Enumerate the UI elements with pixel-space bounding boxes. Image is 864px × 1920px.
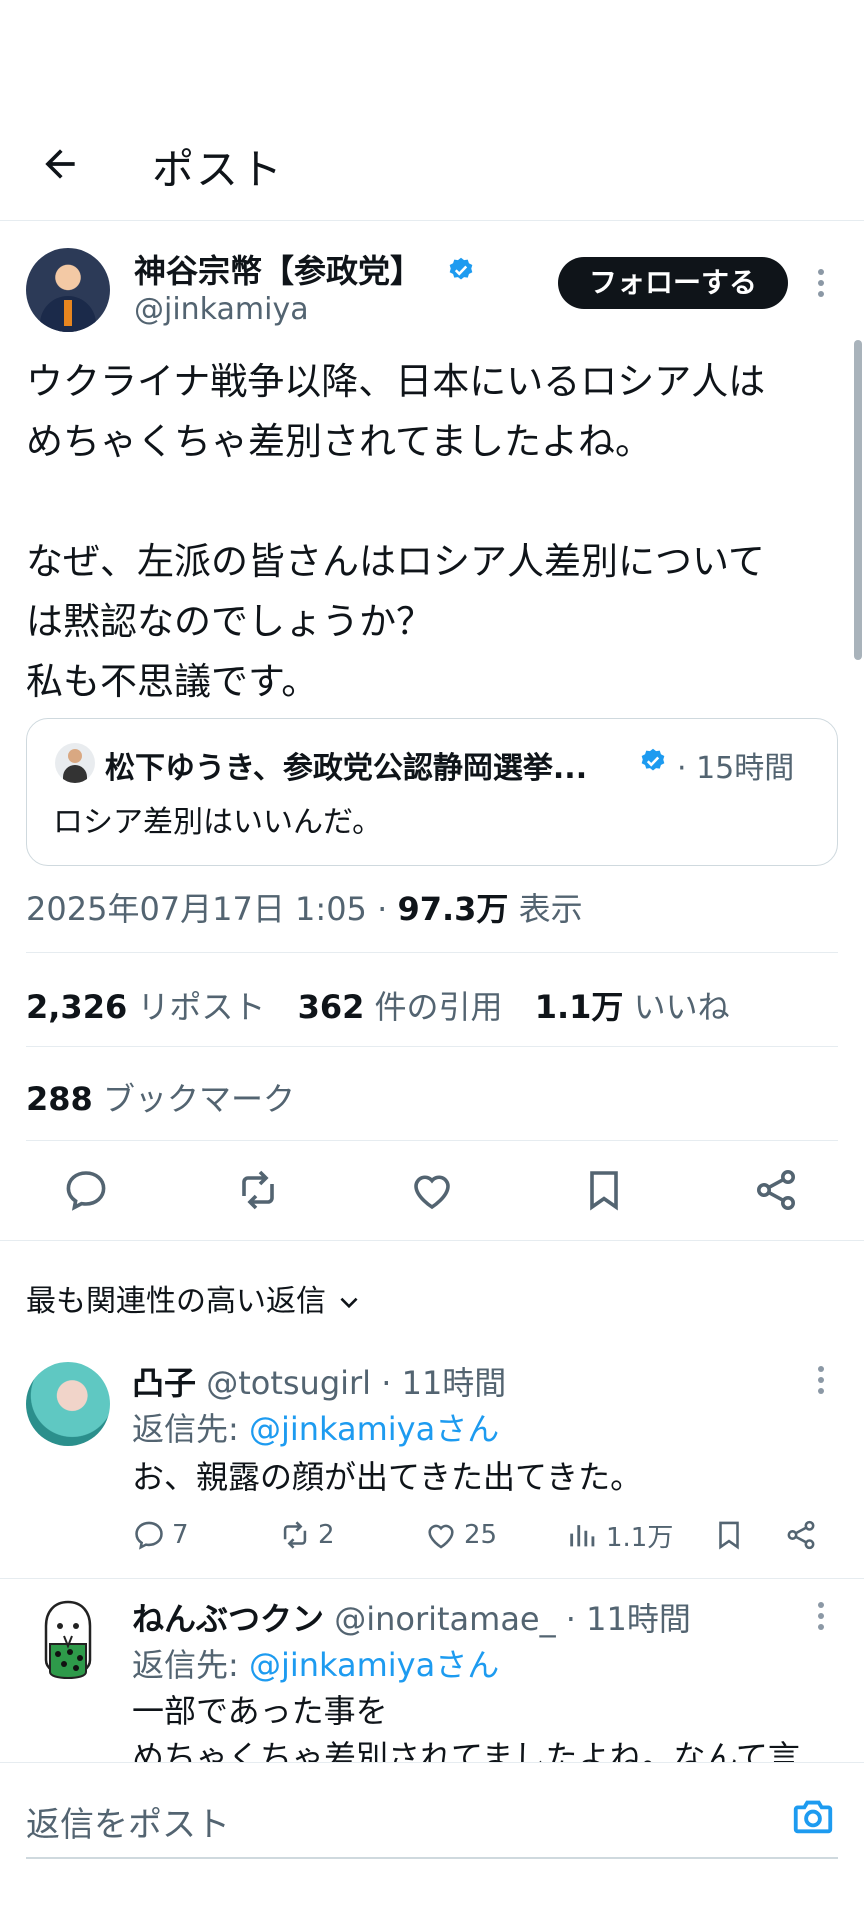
page-title: ポスト [152, 145, 285, 194]
reply-views-count: 1.1万 [606, 1522, 674, 1553]
reply-author-handle[interactable]: @totsugirl [196, 1364, 371, 1402]
reply-to-link[interactable]: @jinkamiyaさん [249, 1410, 499, 1448]
views-count: 97.3万 [397, 890, 509, 928]
quote-text: ロシア差別はいいんだ。 [53, 805, 383, 840]
quote-avatar [55, 743, 95, 783]
reply-comment-count: 7 [172, 1520, 189, 1550]
follow-button[interactable]: フォローする [558, 257, 788, 309]
bookmarks-stat[interactable]: 288 ブックマーク [26, 1074, 295, 1120]
post-datetime: 2025年07月17日 1:05 · [26, 890, 398, 928]
author-name-text: 神谷宗幣【参政党】 [134, 252, 423, 290]
reply-repost-action[interactable]: 2 [278, 1514, 335, 1556]
reply-header: 凸子 @totsugirl · 11時間 [132, 1358, 506, 1404]
reply-comment-action[interactable]: 7 [132, 1514, 189, 1556]
more-icon[interactable] [816, 1600, 826, 1632]
reply-author-name[interactable]: 凸子 [132, 1364, 196, 1402]
bookmark-icon[interactable] [580, 1166, 628, 1214]
bookmark-icon[interactable] [712, 1518, 746, 1552]
header-divider [0, 220, 864, 221]
share-icon[interactable] [752, 1166, 800, 1214]
divider [26, 952, 838, 953]
reply-to-prefix: 返信先: [132, 1410, 249, 1448]
like-icon[interactable] [408, 1166, 456, 1214]
quoted-post[interactable]: 松下ゆうき、参政党公認静岡選挙... · 15時間 ロシア差別はいいんだ。 [26, 718, 838, 866]
divider [26, 1140, 838, 1141]
share-icon[interactable] [784, 1518, 818, 1552]
reply-author-handle[interactable]: @inoritamae_ [324, 1600, 555, 1638]
reply-author-name[interactable]: ねんぶつクン [132, 1600, 324, 1638]
views-label: 表示 [508, 890, 583, 928]
divider [26, 1046, 838, 1047]
verified-badge-icon [449, 257, 473, 280]
reply-like-count: 25 [464, 1520, 498, 1550]
reposts-stat[interactable]: 2,326 リポスト [26, 988, 265, 1026]
scrollbar[interactable] [854, 340, 862, 660]
reply-like-action[interactable]: 25 [424, 1514, 497, 1556]
reply-views-action[interactable]: 1.1万 [566, 1514, 673, 1556]
reply-compose-bar: 返信をポスト [0, 1762, 864, 1920]
quote-author-name: 松下ゆうき、参政党公認静岡選挙... [105, 751, 588, 786]
back-arrow-icon[interactable] [38, 142, 82, 186]
replies-sort-dropdown[interactable]: 最も関連性の高い返信 [26, 1276, 362, 1320]
reply-to: 返信先: @jinkamiyaさん [132, 1404, 499, 1450]
repost-icon [283, 1521, 307, 1549]
reply-to-link[interactable]: @jinkamiyaさん [249, 1646, 499, 1684]
more-icon[interactable] [816, 1364, 826, 1396]
camera-icon[interactable] [790, 1793, 836, 1839]
more-icon[interactable] [816, 267, 826, 299]
divider [0, 1578, 864, 1579]
reply-time: · 11時間 [555, 1600, 691, 1638]
like-icon [428, 1524, 454, 1549]
quotes-stat[interactable]: 362 件の引用 [298, 988, 503, 1026]
reply-compose-input[interactable]: 返信をポスト [26, 1797, 230, 1846]
reply-icon [135, 1521, 163, 1550]
engagement-stats: 2,326 リポスト 362 件の引用 1.1万 いいね [26, 982, 730, 1028]
reply-avatar[interactable] [26, 1596, 110, 1680]
reply-text: お、親露の顔が出てきた出てきた。 [132, 1458, 643, 1496]
reply-to: 返信先: @jinkamiyaさん [132, 1640, 499, 1686]
author-handle[interactable]: @jinkamiya [134, 292, 309, 327]
reply-time: · 11時間 [371, 1364, 507, 1402]
reply-header: ねんぶつクン @inoritamae_ · 11時間 [132, 1594, 691, 1640]
repost-icon[interactable] [234, 1166, 282, 1214]
post-body: ウクライナ戦争以降、日本にいるロシア人は めちゃくちゃ差別されてましたよね。 な… [26, 360, 766, 703]
reply-avatar[interactable] [26, 1362, 110, 1446]
likes-stat[interactable]: 1.1万 いいね [535, 988, 730, 1026]
author-name[interactable]: 神谷宗幣【参政党】 [134, 246, 422, 292]
reply-to-prefix: 返信先: [132, 1646, 249, 1684]
author-avatar[interactable] [26, 248, 110, 332]
divider [0, 1240, 864, 1241]
chevron-down-icon [340, 1297, 358, 1308]
replies-sort-label: 最も関連性の高い返信 [26, 1284, 326, 1319]
reply-repost-count: 2 [318, 1520, 335, 1550]
verified-badge-icon [641, 748, 665, 771]
post-meta: 2025年07月17日 1:05 · 97.3万 表示 [26, 884, 583, 930]
compose-underline [26, 1857, 838, 1859]
quote-time: · 15時間 [677, 751, 795, 786]
views-icon [570, 1525, 595, 1547]
reply-icon[interactable] [62, 1166, 110, 1214]
